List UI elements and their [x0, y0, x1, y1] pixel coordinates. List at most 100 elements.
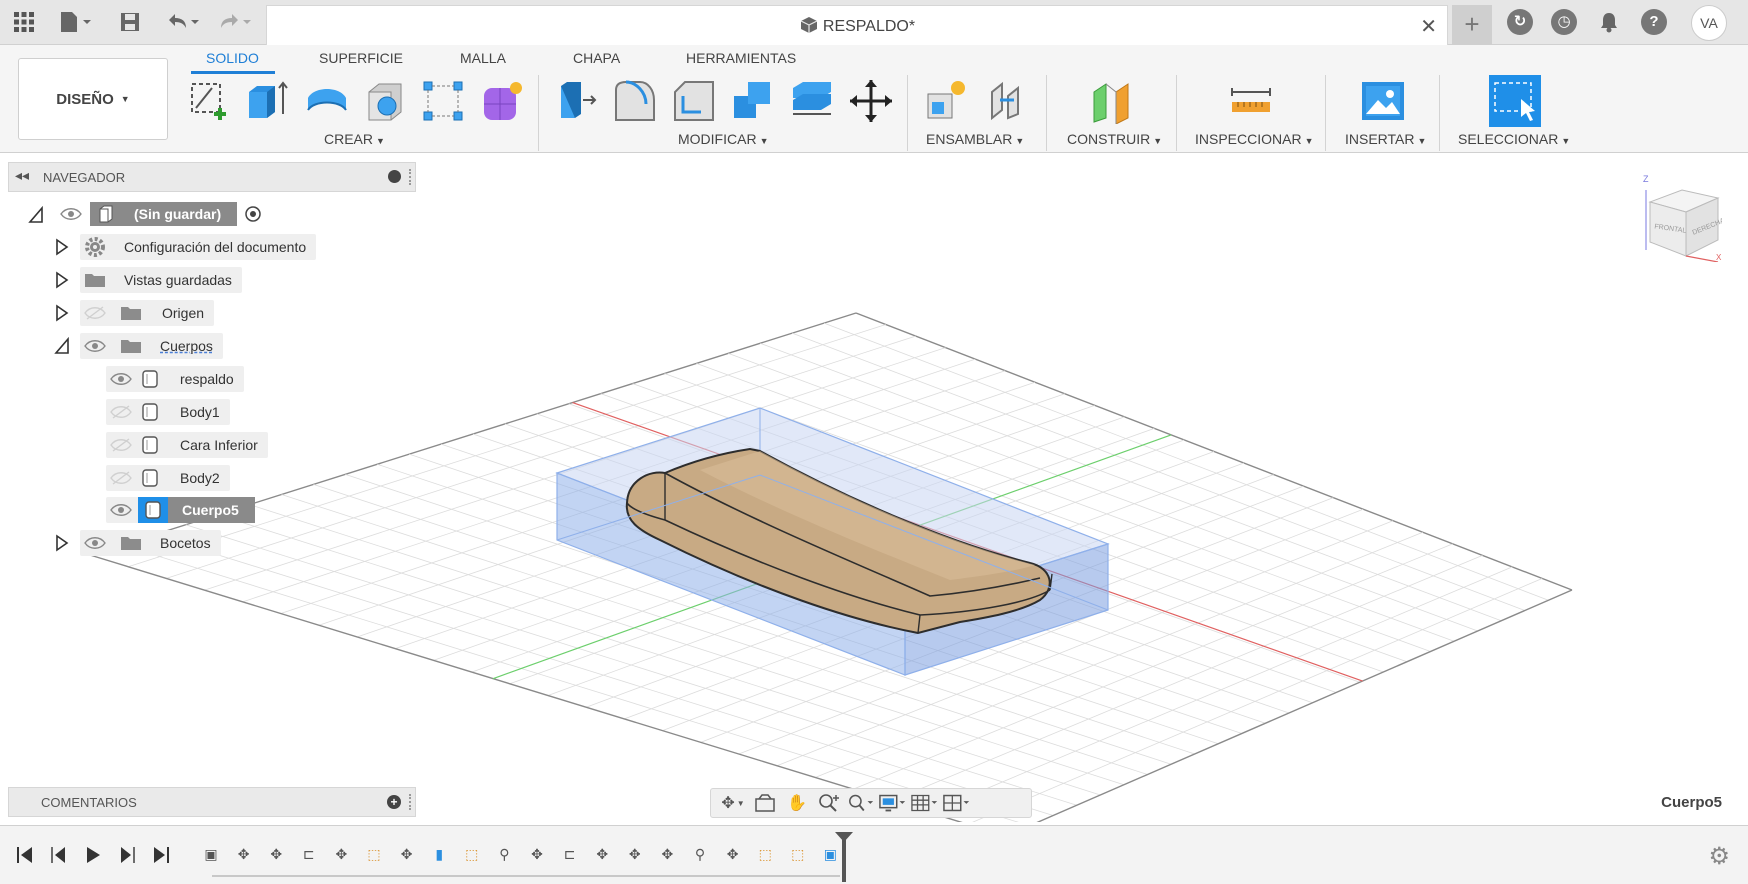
tree-item-body-body1[interactable]: Body1 [106, 399, 230, 425]
timeline-feature-icon[interactable]: ⬚ [752, 841, 778, 867]
panel-grip-icon[interactable] [409, 169, 411, 185]
tree-item-body-cuerpo5[interactable]: Cuerpo5 [106, 497, 255, 523]
measure-icon[interactable] [1228, 78, 1274, 124]
timeline-play-icon[interactable] [82, 844, 104, 866]
tab-chapa[interactable]: CHAPA [573, 50, 620, 66]
timeline-feature-icon[interactable]: ✥ [328, 841, 354, 867]
hidden-eye-icon[interactable] [110, 438, 132, 452]
workspace-dropdown[interactable]: DISEÑO ▼ [18, 58, 168, 140]
group-insertar[interactable]: INSERTAR ▼ [1345, 131, 1426, 147]
press-pull-icon[interactable] [553, 78, 599, 124]
notifications-bell-icon[interactable] [1596, 8, 1622, 36]
extensions-icon[interactable]: ↻ [1507, 9, 1533, 35]
timeline-feature-icon[interactable]: ⬚ [785, 841, 811, 867]
group-modificar[interactable]: MODIFICAR ▼ [678, 131, 768, 147]
joint-icon[interactable] [984, 78, 1030, 124]
timeline-previous-icon[interactable] [48, 844, 70, 866]
group-seleccionar[interactable]: SELECCIONAR ▼ [1458, 131, 1570, 147]
tree-expand-icon[interactable] [54, 271, 70, 289]
timeline-feature-icon[interactable]: ⚲ [687, 841, 713, 867]
save-icon[interactable] [118, 8, 142, 36]
hidden-eye-icon[interactable] [110, 471, 132, 485]
extrude-icon[interactable] [245, 78, 291, 124]
user-avatar[interactable]: VA [1691, 5, 1727, 41]
timeline-feature-icon[interactable]: ▣ [817, 841, 843, 867]
timeline-feature-icon[interactable]: ✥ [394, 841, 420, 867]
timeline-marker[interactable] [835, 832, 853, 882]
timeline-feature-icon[interactable]: ⊏ [296, 841, 322, 867]
rectangular-pattern-icon[interactable] [420, 78, 466, 124]
view-cube[interactable]: FRONTAL DERECHA Z X [1642, 170, 1726, 263]
timeline-start-icon[interactable] [14, 844, 36, 866]
fillet-icon[interactable] [612, 78, 658, 124]
undo-icon[interactable] [164, 8, 204, 36]
tab-solido[interactable]: SOLIDO [206, 50, 259, 66]
create-sketch-icon[interactable] [186, 78, 232, 124]
timeline-feature-icon[interactable]: ▣ [198, 841, 224, 867]
look-at-icon[interactable] [751, 792, 779, 814]
comments-panel-header[interactable]: COMENTARIOS + [8, 787, 416, 817]
timeline-feature-icon[interactable]: ⚲ [491, 841, 517, 867]
create-form-icon[interactable] [480, 78, 526, 124]
group-crear[interactable]: CREAR ▼ [324, 131, 385, 147]
close-tab-icon[interactable]: ✕ [1420, 14, 1437, 39]
tree-item-body-body2[interactable]: Body2 [106, 465, 230, 491]
document-tab[interactable]: RESPALDO* ✕ [266, 5, 1448, 45]
tree-item-document-settings[interactable]: Configuración del documento [80, 234, 317, 260]
visibility-eye-icon[interactable] [84, 339, 106, 353]
tree-expand-icon[interactable] [54, 304, 70, 322]
timeline-feature-icon[interactable]: ✥ [231, 841, 257, 867]
tree-item-sketches-folder[interactable]: Bocetos [80, 530, 221, 556]
timeline-settings-gear-icon[interactable]: ⚙ [1708, 842, 1730, 871]
add-comment-icon[interactable]: + [387, 795, 401, 809]
visibility-eye-icon[interactable] [110, 372, 132, 386]
tab-superficie[interactable]: SUPERFICIE [319, 50, 403, 66]
tab-herramientas[interactable]: HERRAMIENTAS [686, 50, 796, 66]
visibility-eye-icon[interactable] [84, 536, 106, 550]
activate-radio-icon[interactable] [243, 204, 263, 224]
redo-icon[interactable] [216, 8, 256, 36]
timeline-next-icon[interactable] [116, 844, 138, 866]
zoom-icon[interactable] [815, 792, 843, 814]
timeline-feature-icon[interactable]: ⬚ [459, 841, 485, 867]
hidden-eye-icon[interactable] [110, 405, 132, 419]
tree-expand-icon[interactable] [54, 238, 70, 256]
tree-expand-icon[interactable] [54, 534, 70, 552]
fit-zoom-icon[interactable] [847, 792, 875, 814]
select-icon[interactable] [1489, 75, 1541, 127]
tree-item-body-cara-inferior[interactable]: Cara Inferior [106, 432, 268, 458]
move-copy-icon[interactable] [848, 78, 894, 124]
orbit-icon[interactable]: ✥ ▼ [719, 792, 747, 814]
app-grid-icon[interactable] [10, 8, 38, 36]
group-inspeccionar[interactable]: INSPECCIONAR ▼ [1195, 131, 1314, 147]
timeline-feature-icon[interactable]: ✥ [524, 841, 550, 867]
panel-grip-icon[interactable] [409, 794, 411, 810]
collapse-panel-icon[interactable]: ◂◂ [15, 167, 29, 184]
tree-item-bodies-folder[interactable]: Cuerpos [80, 333, 223, 359]
shell-icon[interactable] [363, 78, 409, 124]
chamfer-icon[interactable] [671, 78, 717, 124]
selected-body-chip[interactable]: Cuerpo5 [138, 497, 255, 523]
tree-collapse-icon[interactable] [28, 205, 44, 224]
insert-image-icon[interactable] [1360, 78, 1406, 124]
timeline-feature-icon[interactable]: ✥ [622, 841, 648, 867]
offset-face-icon[interactable] [789, 78, 835, 124]
timeline-feature-icon[interactable]: ✥ [589, 841, 615, 867]
timeline-feature-icon[interactable]: ⬚ [361, 841, 387, 867]
viewports-icon[interactable] [943, 792, 971, 814]
tree-root[interactable]: (Sin guardar) [56, 202, 263, 226]
construct-plane-icon[interactable] [1090, 78, 1136, 125]
combine-icon[interactable] [730, 78, 776, 124]
job-status-icon[interactable]: ◷ [1551, 9, 1577, 35]
minimize-panel-icon[interactable] [388, 170, 401, 183]
timeline-feature-icon[interactable]: ▮ [426, 841, 452, 867]
timeline-feature-icon[interactable]: ✥ [263, 841, 289, 867]
new-tab-button[interactable]: + [1452, 5, 1492, 45]
visibility-eye-icon[interactable] [110, 503, 132, 517]
timeline-end-icon[interactable] [150, 844, 172, 866]
new-component-icon[interactable] [924, 78, 970, 124]
tree-item-saved-views[interactable]: Vistas guardadas [80, 267, 242, 293]
group-construir[interactable]: CONSTRUIR ▼ [1067, 131, 1162, 147]
tree-item-body-respaldo[interactable]: respaldo [106, 366, 244, 392]
grid-settings-icon[interactable] [911, 792, 939, 814]
